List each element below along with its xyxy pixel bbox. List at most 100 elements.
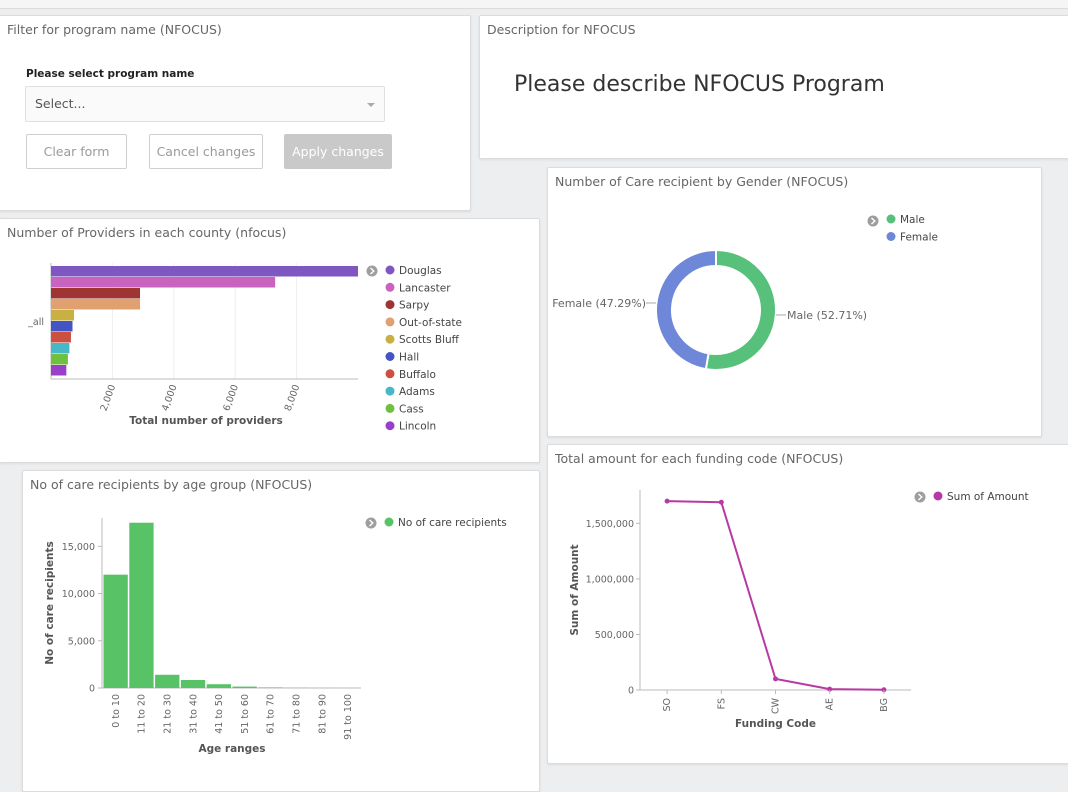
y-tick-label: 500,000: [595, 630, 634, 641]
funding-panel: Total amount for each funding code (NFOC…: [547, 444, 1068, 764]
legend-item[interactable]: Male: [900, 214, 925, 226]
legend-swatch: [386, 317, 395, 326]
pie-slice: [656, 250, 716, 369]
providers-chart: 2,0004,0006,0008,000_allTotal number of …: [0, 219, 539, 462]
x-tick-label: 91 to 100: [343, 694, 354, 740]
pie-slice: [706, 250, 776, 370]
clear-form-button[interactable]: Clear form: [26, 134, 127, 169]
legend-swatch: [386, 404, 395, 413]
age-chart: 05,00010,00015,0000 to 1011 to 2021 to 3…: [23, 471, 539, 791]
chevron-right-icon[interactable]: [367, 266, 378, 277]
filter-panel-title: Filter for program name (NFOCUS): [7, 22, 222, 37]
y-tick-label: 15,000: [62, 542, 95, 553]
x-axis-title: Age ranges: [198, 743, 265, 755]
x-tick-label: 8,000: [283, 383, 303, 412]
legend-item[interactable]: Lancaster: [399, 282, 451, 294]
cancel-changes-button[interactable]: Cancel changes: [149, 134, 263, 169]
legend-item[interactable]: No of care recipients: [398, 517, 507, 529]
program-select-label: Please select program name: [26, 68, 194, 80]
y-tick-label: 0: [628, 686, 634, 697]
y-tick-label: 5,000: [68, 636, 95, 647]
chevron-right-icon[interactable]: [868, 216, 879, 227]
description-text: Please describe NFOCUS Program: [514, 72, 885, 97]
bar: [104, 575, 128, 688]
x-tick-label: 51 to 60: [240, 694, 251, 734]
y-axis-title: No of care recipients: [44, 541, 56, 664]
chevron-down-icon: [367, 103, 375, 107]
legend-swatch: [386, 283, 395, 292]
slice-label: Male (52.71%): [787, 309, 867, 322]
bar: [51, 288, 140, 299]
x-tick-label: 81 to 90: [317, 694, 328, 734]
bar: [155, 675, 179, 688]
x-tick-label: 21 to 30: [163, 694, 174, 734]
legend-item[interactable]: Douglas: [399, 265, 442, 277]
funding-chart: 0500,0001,000,0001,500,000SOFSCWAEBGSum …: [548, 445, 1068, 763]
bar: [51, 354, 68, 365]
providers-panel: Number of Providers in each county (nfoc…: [0, 218, 540, 463]
x-tick-label: 11 to 20: [137, 694, 148, 734]
bar: [181, 680, 205, 688]
description-panel: Description for NFOCUS Please describe N…: [479, 15, 1068, 159]
chevron-right-icon[interactable]: [366, 518, 377, 529]
bar: [51, 332, 71, 343]
legend-swatch: [386, 335, 395, 344]
bar: [51, 365, 66, 376]
y-tick-label: 0: [89, 684, 95, 695]
legend-swatch: [934, 492, 943, 501]
x-tick-label: 41 to 50: [214, 694, 225, 734]
legend-item[interactable]: Lincoln: [399, 421, 436, 433]
x-tick-label: FS: [716, 698, 727, 709]
x-tick-label: CW: [771, 697, 782, 714]
legend-swatch: [386, 387, 395, 396]
bar: [207, 684, 231, 688]
legend-swatch: [386, 352, 395, 361]
series-line: [667, 501, 884, 690]
program-select-placeholder: Select...: [35, 96, 85, 111]
x-tick-label: 2,000: [99, 383, 119, 412]
legend-item[interactable]: Hall: [399, 352, 419, 364]
bar: [51, 266, 358, 277]
gender-chart: Male (52.71%) Female (47.29%) Male Female: [548, 168, 1041, 436]
legend-swatch: [386, 266, 395, 275]
bar: [129, 523, 153, 688]
legend-item[interactable]: Out-of-state: [399, 317, 462, 329]
y-tick-label: 1,500,000: [586, 519, 634, 530]
top-toolbar: [0, 0, 1068, 9]
data-point: [665, 499, 670, 504]
legend-item[interactable]: Buffalo: [399, 369, 436, 381]
y-axis-title: Sum of Amount: [569, 544, 581, 635]
data-point: [719, 500, 724, 505]
x-tick-label: 71 to 80: [292, 694, 303, 734]
chevron-right-icon[interactable]: [915, 492, 926, 503]
legend-item[interactable]: Sarpy: [399, 300, 429, 312]
x-tick-label: 4,000: [160, 383, 180, 412]
filter-panel: Filter for program name (NFOCUS) Please …: [0, 15, 471, 211]
legend-item[interactable]: Sum of Amount: [947, 491, 1029, 503]
legend-swatch: [385, 518, 394, 527]
data-point: [773, 676, 778, 681]
legend-item[interactable]: Female: [900, 232, 938, 244]
gender-panel: Number of Care recipient by Gender (NFOC…: [547, 167, 1042, 437]
x-tick-label: SO: [662, 698, 673, 712]
bar: [51, 321, 72, 332]
legend-item[interactable]: Adams: [399, 386, 435, 398]
y-tick-label: 1,000,000: [586, 574, 634, 585]
slice-label: Female (47.29%): [552, 297, 646, 310]
x-tick-label: AE: [825, 698, 836, 711]
x-tick-label: 6,000: [221, 383, 241, 412]
legend-item[interactable]: Scotts Bluff: [399, 334, 460, 346]
x-tick-label: 31 to 40: [188, 694, 199, 734]
legend-swatch: [386, 421, 395, 430]
apply-changes-button[interactable]: Apply changes: [284, 134, 392, 169]
legend-swatch: [386, 300, 395, 309]
legend-swatch: [887, 215, 896, 224]
description-panel-title: Description for NFOCUS: [487, 22, 636, 37]
x-tick-label: 61 to 70: [266, 694, 277, 734]
bar: [233, 687, 257, 688]
legend-item[interactable]: Cass: [399, 403, 424, 415]
x-axis-title: Total number of providers: [129, 415, 283, 427]
bar: [51, 299, 140, 310]
program-select[interactable]: Select...: [25, 86, 385, 122]
y-tick-label: 10,000: [62, 589, 95, 600]
